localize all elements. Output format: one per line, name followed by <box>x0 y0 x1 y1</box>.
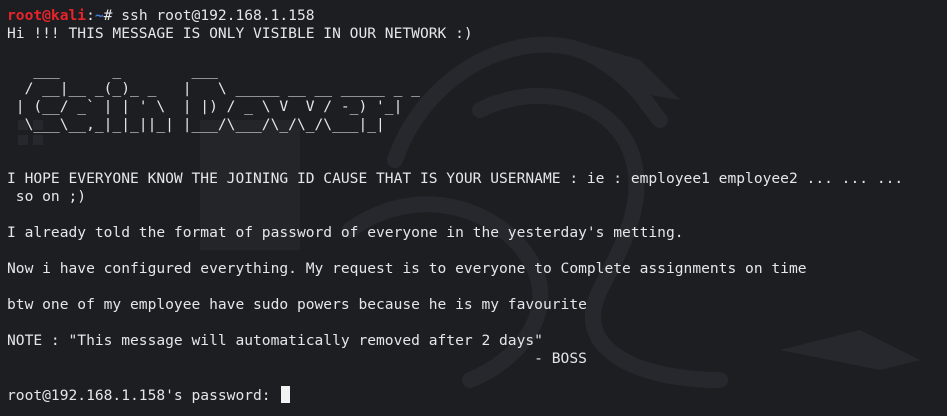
prompt-symbol: # <box>103 7 122 24</box>
ssh-command-line: root@kali:~# ssh root@192.168.1.158 <box>7 7 315 25</box>
ascii-banner-line-4: \___\__,_|_|_||_| |___/\___/\_/\_/\___|_… <box>7 116 385 133</box>
password-prompt: root@192.168.1.158's password: <box>7 387 280 404</box>
sudo-line: btw one of my employee have sudo powers … <box>7 296 587 313</box>
username-hint-line-1: I HOPE EVERYONE KNOW THE JOINING ID CAUS… <box>7 170 904 187</box>
ascii-banner-line-3: | (__/ _` | | ' \ | |) / _ \ V V / -_) '… <box>7 98 403 115</box>
welcome-message: Hi !!! THIS MESSAGE IS ONLY VISIBLE IN O… <box>7 25 473 42</box>
terminal-window[interactable]: root@kali:~# ssh root@192.168.1.158 Hi !… <box>0 0 947 416</box>
ascii-banner-line-1: ___ _ ___ <box>7 62 218 79</box>
note-line: NOTE : "This message will automatically … <box>7 332 543 349</box>
username-hint-line-2: so on ;) <box>7 188 87 205</box>
password-input-line[interactable]: root@192.168.1.158's password: <box>7 386 291 404</box>
configured-line: Now i have configured everything. My req… <box>7 260 807 277</box>
prompt-separator: : <box>86 7 95 24</box>
boss-signature: - BOSS <box>7 350 587 367</box>
block-cursor-icon[interactable] <box>281 386 291 403</box>
prompt-user-host: root@kali <box>7 7 87 24</box>
ssh-command: ssh root@192.168.1.158 <box>121 7 315 24</box>
ascii-banner-line-2: / __|__ _(_)_ _ | \ _____ __ __ _____ _ … <box>7 80 420 97</box>
password-format-line: I already told the format of password of… <box>7 224 684 241</box>
prompt-path: ~ <box>94 7 104 24</box>
